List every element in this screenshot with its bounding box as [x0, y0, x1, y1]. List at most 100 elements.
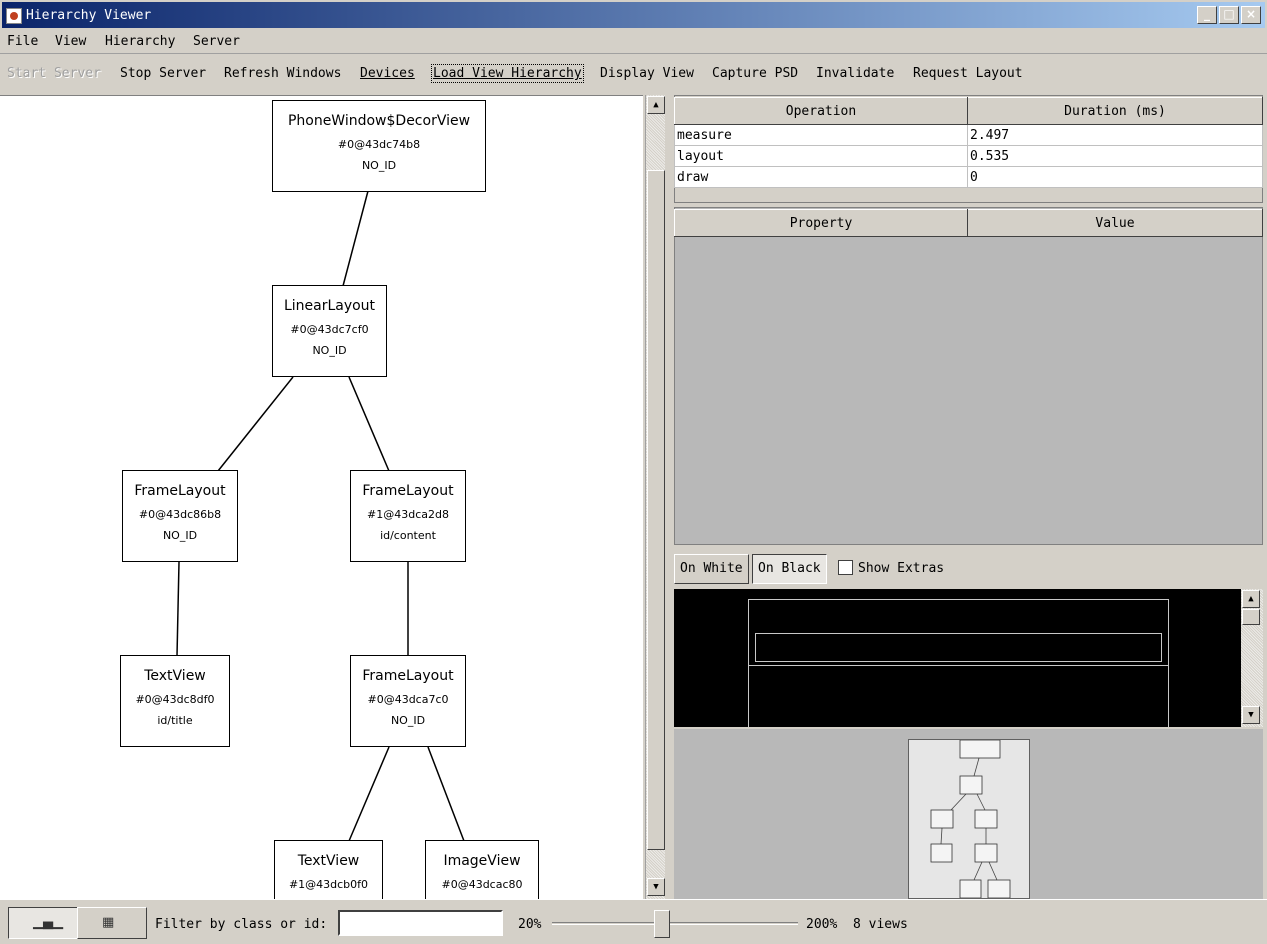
invalidate-button[interactable]: Invalidate [816, 66, 894, 81]
node-hash: #1@43dca2d8 [367, 508, 449, 521]
toolbar: Start Server Stop Server Refresh Windows… [0, 58, 1267, 94]
on-black-button[interactable]: On Black [752, 554, 827, 584]
col-value[interactable]: Value [967, 209, 1263, 237]
node-hash: #1@43dcb0f0 [288, 878, 369, 891]
details-panel: Operation Duration (ms) measure 2.497 la… [672, 95, 1267, 899]
title-bar: Hierarchy Viewer _ □ × [0, 0, 1267, 30]
col-property[interactable]: Property [674, 209, 968, 237]
overview-viewport[interactable] [908, 739, 1030, 899]
tree-node-imageview[interactable]: ImageView #0@43dcac80 [425, 840, 539, 899]
view-count: 8 views [853, 917, 908, 932]
properties-table: Property Value [674, 209, 1263, 237]
dur-cell: 0 [967, 166, 1263, 188]
preview-scrollbar[interactable]: ▲ ▼ [1241, 589, 1263, 727]
display-view-button[interactable]: Display View [600, 66, 694, 81]
filter-input[interactable] [338, 910, 503, 936]
window-title: Hierarchy Viewer [26, 8, 152, 23]
node-class: TextView [144, 668, 206, 684]
grid-layout-icon: ▦ [102, 915, 115, 930]
node-class: PhoneWindow$DecorView [287, 113, 471, 129]
node-class: ImageView [443, 853, 521, 869]
start-server-button[interactable]: Start Server [7, 66, 101, 81]
refresh-windows-button[interactable]: Refresh Windows [224, 66, 341, 81]
col-operation[interactable]: Operation [674, 97, 968, 125]
tree-view-toggle[interactable]: ▁▄▁ [8, 907, 78, 939]
table-row[interactable]: measure 2.497 [674, 124, 1263, 146]
node-class: FrameLayout [362, 483, 454, 499]
status-bar: ▁▄▁ ▦ Filter by class or id: 20% 200% 8 … [0, 899, 1267, 944]
table-row[interactable]: layout 0.535 [674, 145, 1263, 167]
menu-view[interactable]: View [55, 34, 86, 49]
tree-connectors [176, 190, 465, 842]
node-id: id/content [380, 529, 436, 542]
scroll-up-icon[interactable]: ▲ [1242, 590, 1260, 608]
preview-outer-rect [748, 599, 1169, 727]
table-row[interactable]: draw 0 [674, 166, 1263, 188]
dur-cell: 0.535 [967, 145, 1263, 167]
node-class: FrameLayout [134, 483, 226, 499]
tree-node-framelayout-content[interactable]: FrameLayout #1@43dca2d8 id/content [350, 470, 466, 562]
view-preview[interactable] [674, 589, 1241, 727]
minimize-button[interactable]: _ [1197, 6, 1217, 24]
grid-view-toggle[interactable]: ▦ [77, 907, 147, 939]
tree-overview[interactable] [674, 729, 1263, 899]
tree-node-textview-title[interactable]: TextView #0@43dc8df0 id/title [120, 655, 230, 747]
properties-pane [674, 207, 1263, 545]
node-hash: #0@43dca7c0 [367, 693, 449, 706]
show-extras-checkbox[interactable] [838, 560, 853, 575]
preview-inner-rect [755, 633, 1162, 662]
tree-node-linearlayout[interactable]: LinearLayout #0@43dc7cf0 NO_ID [272, 285, 387, 377]
request-layout-button[interactable]: Request Layout [913, 66, 1023, 81]
zoom-slider[interactable] [552, 922, 798, 925]
devices-button[interactable]: Devices [360, 66, 415, 81]
overview-minimap [930, 740, 1011, 898]
load-view-hierarchy-button[interactable]: Load View Hierarchy [431, 64, 584, 83]
zoom-slider-thumb[interactable] [654, 910, 670, 938]
menu-bar: File View Hierarchy Server [0, 30, 1267, 54]
tree-node-framelayout-inner[interactable]: FrameLayout #0@43dca7c0 NO_ID [350, 655, 466, 747]
node-id: NO_ID [361, 159, 397, 172]
node-class: FrameLayout [362, 668, 454, 684]
capture-psd-button[interactable]: Capture PSD [712, 66, 798, 81]
node-class: TextView [297, 853, 360, 869]
menu-hierarchy[interactable]: Hierarchy [105, 34, 175, 49]
op-cell: layout [674, 145, 968, 167]
show-extras-label: Show Extras [858, 561, 945, 576]
tree-layout-icon: ▁▄▁ [33, 915, 63, 930]
col-duration[interactable]: Duration (ms) [967, 97, 1263, 125]
node-hash: #0@43dcac80 [441, 878, 523, 891]
filter-label: Filter by class or id: [155, 917, 328, 932]
preview-divider [748, 665, 1169, 666]
node-id: NO_ID [312, 344, 347, 357]
scroll-up-icon[interactable]: ▲ [647, 96, 665, 114]
close-button[interactable]: × [1241, 6, 1261, 24]
node-hash: #0@43dc8df0 [135, 693, 215, 706]
stop-server-button[interactable]: Stop Server [120, 66, 206, 81]
tree-node-textview-1[interactable]: TextView #1@43dcb0f0 [274, 840, 383, 899]
maximize-button[interactable]: □ [1219, 6, 1239, 24]
node-hash: #0@43dc86b8 [138, 508, 222, 521]
hierarchy-canvas[interactable]: PhoneWindow$DecorView #0@43dc74b8 NO_ID … [0, 95, 643, 899]
scroll-down-icon[interactable]: ▼ [647, 878, 665, 896]
scroll-down-icon[interactable]: ▼ [1242, 706, 1260, 724]
on-white-button[interactable]: On White [674, 554, 749, 584]
node-id: NO_ID [390, 714, 426, 727]
scroll-thumb[interactable] [1242, 609, 1260, 625]
tree-node-decorview[interactable]: PhoneWindow$DecorView #0@43dc74b8 NO_ID [272, 100, 486, 192]
dur-cell: 2.497 [967, 124, 1263, 146]
preview-toolbar: On White On Black Show Extras [674, 551, 1263, 587]
zoom-max-label: 200% [806, 917, 838, 932]
node-hash: #0@43dc7cf0 [290, 323, 369, 336]
node-id: NO_ID [162, 529, 198, 542]
java-cup-icon [6, 8, 22, 24]
zoom-min-label: 20% [518, 917, 542, 932]
node-id: id/title [157, 714, 193, 727]
menu-file[interactable]: File [7, 34, 38, 49]
node-class: LinearLayout [283, 298, 376, 314]
menu-server[interactable]: Server [193, 34, 240, 49]
op-cell: draw [674, 166, 968, 188]
tree-node-framelayout-0[interactable]: FrameLayout #0@43dc86b8 NO_ID [122, 470, 238, 562]
canvas-scrollbar[interactable]: ▲ ▼ [645, 95, 665, 899]
node-hash: #0@43dc74b8 [337, 138, 421, 151]
scroll-thumb[interactable] [647, 170, 665, 850]
